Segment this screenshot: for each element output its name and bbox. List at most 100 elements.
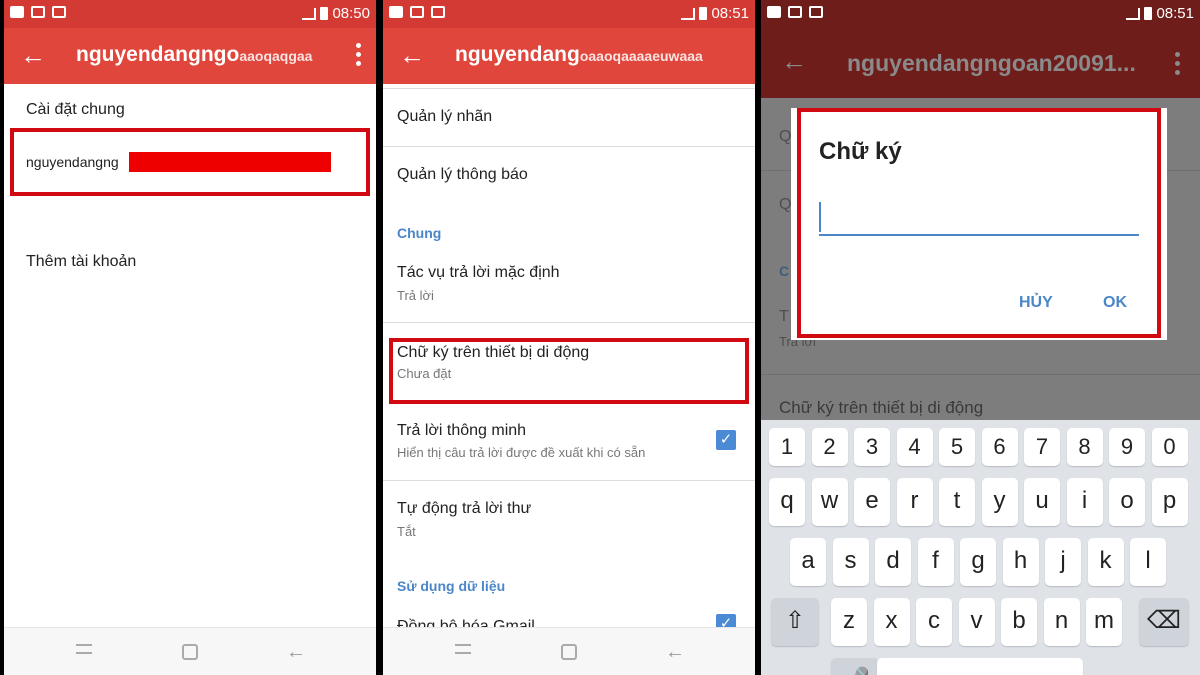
key-6[interactable]: 6 <box>981 428 1018 466</box>
app-bar: ← nguyendangngoaaoqaqgaa <box>4 28 376 84</box>
key-s[interactable]: s <box>832 538 869 586</box>
recent-apps-icon[interactable] <box>455 644 471 654</box>
more-options-icon <box>1175 52 1180 75</box>
key-o[interactable]: o <box>1109 478 1145 526</box>
key-a[interactable]: a <box>790 538 826 586</box>
key-2[interactable]: 2 <box>811 428 848 466</box>
home-icon[interactable] <box>561 644 577 660</box>
battery-icon <box>1144 7 1153 20</box>
key-k[interactable]: k <box>1087 538 1124 586</box>
key-c[interactable]: c <box>916 598 952 646</box>
add-account-item[interactable]: Thêm tài khoản <box>4 248 376 278</box>
general-settings-label: Cài đặt chung <box>26 101 125 118</box>
smart-reply-checkbox[interactable]: ✓ <box>716 430 736 450</box>
auto-reply-value: Tắt <box>397 524 416 539</box>
key-4[interactable]: 4 <box>896 428 933 466</box>
navigation-bar: ← <box>4 627 376 675</box>
add-account-label: Thêm tài khoản <box>26 253 137 270</box>
key-w[interactable]: w <box>811 478 848 526</box>
key-0[interactable]: 0 <box>1151 428 1188 466</box>
account-title-blurred: aaoqaqgaa <box>239 48 313 64</box>
status-bar: 08:51 <box>761 0 1200 28</box>
key-i[interactable]: i <box>1066 478 1103 526</box>
key-1[interactable]: 1 <box>769 428 805 466</box>
manage-labels-item[interactable]: Quản lý nhãn <box>383 100 755 140</box>
key-j[interactable]: j <box>1045 538 1081 586</box>
bg-fragment: Q <box>779 196 792 213</box>
battery-icon <box>320 7 329 20</box>
bg-fragment: T <box>779 308 789 325</box>
youtube-notification-icon <box>767 6 781 18</box>
voice-input-key-icon[interactable]: 🎤 <box>831 658 879 675</box>
default-reply-label: Tác vụ trả lời mặc định <box>397 264 560 281</box>
auto-reply-item[interactable]: Tự động trả lời thư Tắt <box>383 496 755 544</box>
shift-key-icon[interactable]: ⇧ <box>771 598 819 646</box>
general-settings-item[interactable]: Cài đặt chung <box>4 96 376 126</box>
nav-back-icon[interactable]: ← <box>286 642 306 662</box>
key-8[interactable]: 8 <box>1066 428 1103 466</box>
youtube-notification-icon <box>10 6 24 18</box>
signal-icon <box>302 7 317 20</box>
divider <box>383 322 755 323</box>
key-u[interactable]: u <box>1024 478 1060 526</box>
key-5[interactable]: 5 <box>939 428 975 466</box>
gallery-notification-icon <box>52 6 66 18</box>
key-9[interactable]: 9 <box>1109 428 1145 466</box>
key-g[interactable]: g <box>960 538 996 586</box>
home-icon[interactable] <box>182 644 198 660</box>
divider <box>383 480 755 481</box>
clock: 08:50 <box>332 5 370 22</box>
key-h[interactable]: h <box>1002 538 1039 586</box>
battery-icon <box>699 7 708 20</box>
screen-1-general-settings: 08:50 ← nguyendangngoaaoqaqgaa Cài đặt c… <box>4 0 376 675</box>
more-options-icon[interactable] <box>356 43 362 66</box>
highlight-box-signature <box>389 338 749 404</box>
task-notification-icon <box>410 6 424 18</box>
key-r[interactable]: r <box>896 478 933 526</box>
back-arrow-icon: ← <box>781 46 807 76</box>
bg-signature-label: Chữ ký trên thiết bị di động <box>779 398 984 417</box>
youtube-notification-icon <box>389 6 403 18</box>
divider <box>383 146 755 147</box>
key-v[interactable]: v <box>958 598 995 646</box>
clock: 08:51 <box>1156 5 1194 22</box>
account-title-text: nguyendangngo <box>76 43 240 66</box>
default-reply-action-item[interactable]: Tác vụ trả lời mặc định Trả lời <box>383 260 755 312</box>
section-general-heading: Chung <box>397 225 442 241</box>
smart-reply-item[interactable]: Trả lời thông minh Hiển thị câu trả lời … <box>383 418 755 468</box>
key-b[interactable]: b <box>1001 598 1037 646</box>
key-n[interactable]: n <box>1043 598 1080 646</box>
key-x[interactable]: x <box>873 598 910 646</box>
auto-reply-label: Tự động trả lời thư <box>397 500 532 517</box>
divider <box>761 374 1200 375</box>
app-bar-dimmed: ← nguyendangngoan20091... <box>761 28 1200 98</box>
key-q[interactable]: q <box>769 478 805 526</box>
gallery-notification-icon <box>431 6 445 18</box>
key-3[interactable]: 3 <box>854 428 890 466</box>
key-e[interactable]: e <box>854 478 890 526</box>
highlight-box-account <box>10 128 370 196</box>
space-key[interactable] <box>877 658 1083 675</box>
screen-2-account-settings: 08:51 ← nguyendangoaaoqaaaaeuwaaa Quản l… <box>383 0 755 675</box>
key-z[interactable]: z <box>831 598 867 646</box>
key-t[interactable]: t <box>939 478 975 526</box>
recent-apps-icon[interactable] <box>76 644 92 654</box>
account-title: nguyendangngoaaoqaqgaa <box>76 43 312 67</box>
key-d[interactable]: d <box>875 538 911 586</box>
back-arrow-icon[interactable]: ← <box>20 41 48 69</box>
key-p[interactable]: p <box>1151 478 1188 526</box>
manage-notifications-item[interactable]: Quản lý thông báo <box>383 158 755 198</box>
key-7[interactable]: 7 <box>1024 428 1060 466</box>
smart-reply-label: Trả lời thông minh <box>397 422 527 439</box>
key-l[interactable]: l <box>1130 538 1166 586</box>
key-y[interactable]: y <box>981 478 1018 526</box>
nav-back-icon[interactable]: ← <box>665 642 685 662</box>
key-m[interactable]: m <box>1086 598 1122 646</box>
task-notification-icon <box>31 6 45 18</box>
status-bar: 08:50 <box>4 0 376 28</box>
backspace-key-icon[interactable]: ⌫ <box>1139 598 1189 646</box>
back-arrow-icon[interactable]: ← <box>399 41 427 69</box>
bg-fragment: C <box>779 263 790 279</box>
key-f[interactable]: f <box>917 538 954 586</box>
on-screen-keyboard: 1234567890 qwertyuiop asdfghjkl zxcvbnm … <box>761 420 1200 675</box>
